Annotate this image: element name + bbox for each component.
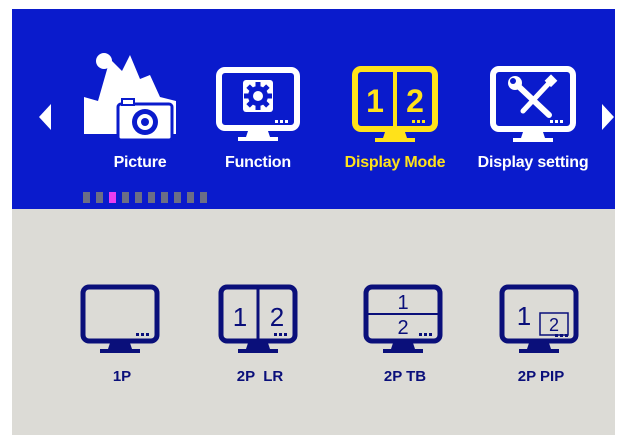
pane-label: 1 <box>397 292 408 314</box>
mode-1p[interactable]: 1P <box>69 271 199 396</box>
mode-2p-pip[interactable]: 1 2 2P PIP <box>488 271 615 396</box>
mode-label: 2P LR <box>236 368 284 385</box>
menu-item-function[interactable]: Function <box>188 49 328 184</box>
page-dot <box>122 192 129 203</box>
monitor-left-right-icon: 1 2 <box>218 284 298 353</box>
left-arrow-icon[interactable] <box>39 104 51 130</box>
mode-2p-tb[interactable]: 1 2 2P TB <box>352 271 482 396</box>
mode-label: 1P <box>112 368 132 385</box>
menu-item-display-mode[interactable]: 1 2 Display Mode <box>325 49 465 184</box>
mode-label: 2P PIP <box>517 368 565 385</box>
menu-label: Function <box>225 154 291 171</box>
menu-item-display-setting[interactable]: Display setting <box>463 49 603 184</box>
pane-label: 1 <box>517 301 531 331</box>
page-indicator <box>83 192 213 203</box>
page-dot <box>161 192 168 203</box>
monitor-top-bottom-icon: 1 2 <box>363 284 443 353</box>
pane-label: 2 <box>397 317 408 339</box>
monitor-pip-icon: 1 2 <box>499 284 579 353</box>
page-dot <box>83 192 90 203</box>
menu-label: Display setting <box>477 154 589 171</box>
page-dot <box>174 192 181 203</box>
page-dot <box>109 192 116 203</box>
page-dot <box>135 192 142 203</box>
pane-label: 1 <box>233 302 247 332</box>
page-dot <box>187 192 194 203</box>
single-monitor-icon <box>80 284 160 353</box>
mode-2p-lr[interactable]: 1 2 2P LR <box>207 271 337 396</box>
gear-icon <box>216 67 300 141</box>
osd-menu: Picture Function 1 2 Display Mode Displa… <box>12 9 615 435</box>
svg-text:2: 2 <box>406 83 424 119</box>
pane-label: 2 <box>549 315 559 335</box>
page-dot <box>148 192 155 203</box>
split-screen-icon: 1 2 <box>352 66 438 142</box>
tools-icon <box>490 66 576 142</box>
menu-label: Display Mode <box>344 154 446 171</box>
page-dot <box>200 192 207 203</box>
page-dot <box>96 192 103 203</box>
pane-label: 2 <box>270 302 284 332</box>
svg-text:1: 1 <box>366 83 384 119</box>
menu-bar: Picture Function 1 2 Display Mode Displa… <box>12 9 615 209</box>
mode-label: 2P TB <box>383 368 427 385</box>
right-arrow-icon[interactable] <box>602 104 614 130</box>
